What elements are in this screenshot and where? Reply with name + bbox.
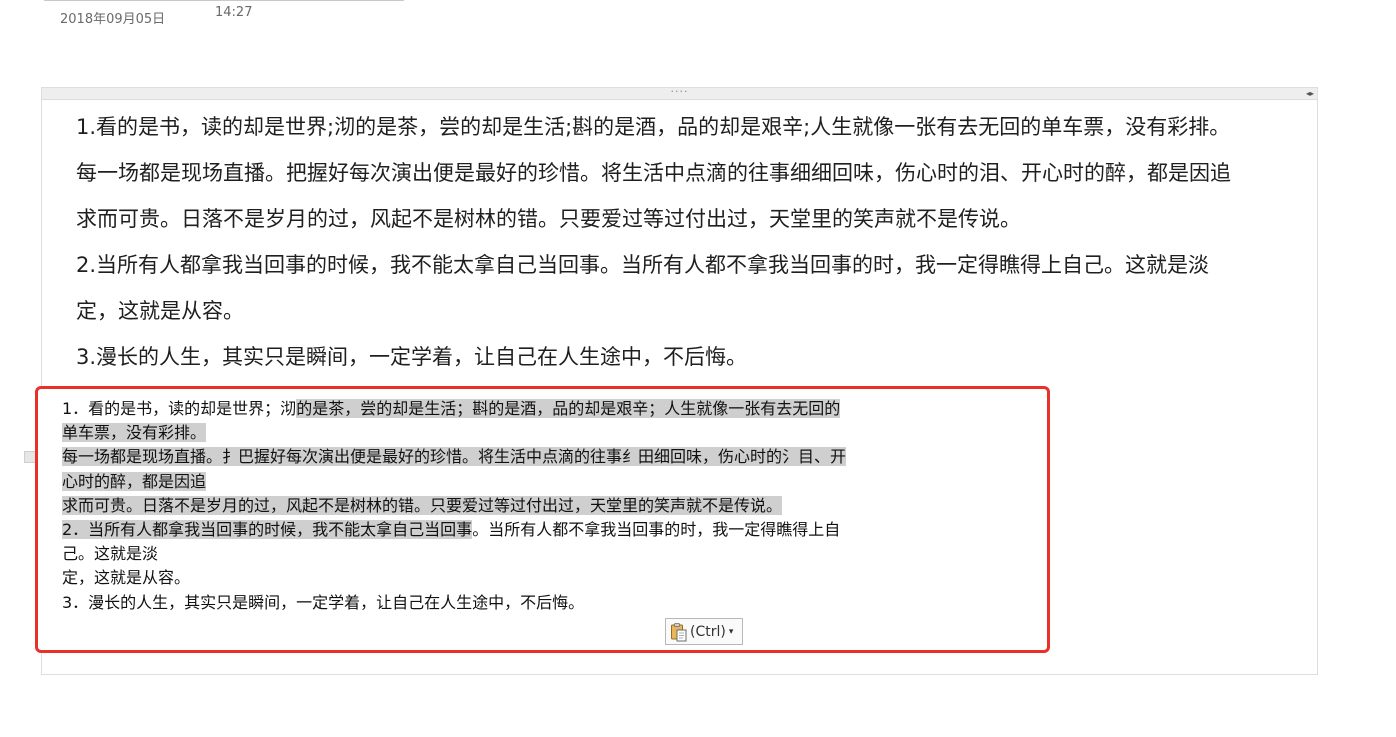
body-line: 3.漫长的人生，其实只是瞬间，一定学着，让自己在人生途中，不后悔。 — [76, 345, 748, 369]
pasted-text-highlight: 1．看的是书，读的却是世界；沏的是茶，尝的却是生活；斟的是酒，品的却是艰辛；人生… — [35, 386, 1050, 653]
body-line: 每一场都是现场直播。把握好每次演出便是最好的珍惜。将生活中点滴的往事细细回味，伤… — [76, 161, 1231, 185]
note-time: 14:27 — [215, 5, 253, 20]
body-line: 求而可贵。日落不是岁月的过，风起不是树林的错。只要爱过等过付出过，天堂里的笑声就… — [76, 207, 1021, 231]
paste-options-button[interactable]: (Ctrl) ▾ — [665, 618, 743, 645]
pasted-line: 求而可贵。日落不是岁月的过，风起不是树林的错。只要爱过等过付出过，天堂里的笑声就… — [62, 494, 846, 518]
pasted-line: 定，这就是从容。 — [62, 568, 191, 588]
clipboard-icon — [670, 622, 688, 642]
pasted-text-block[interactable]: 1．看的是书，读的却是世界；沏的是茶，尝的却是生活；斟的是酒，品的却是艰辛；人生… — [62, 397, 847, 615]
drag-handle[interactable]: ···· — [671, 86, 689, 97]
body-line: 1.看的是书，读的却是世界;沏的是茶，尝的却是生活;斟的是酒，品的却是艰辛;人生… — [76, 115, 1231, 139]
selected-text: 每一场都是现场直播。扌巴握好每次演出便是最好的珍惜。将生活中点滴的往事纟田细回味… — [62, 447, 847, 467]
paste-options-label: (Ctrl) — [690, 623, 726, 640]
selected-text: 单车票，没有彩排。 — [62, 423, 207, 443]
top-divider — [44, 0, 404, 1]
pasted-line: 单车票，没有彩排。 — [62, 421, 846, 445]
pasted-line: 3．漫长的人生，其实只是瞬间，一定学着，让自己在人生途中，不后悔。 — [62, 592, 585, 612]
selected-text: 求而可贵。日落不是岁月的过，风起不是树林的错。只要爱过等过付出过，天堂里的笑声就… — [62, 495, 783, 515]
resize-arrows-icon[interactable]: ◂▸ — [1306, 88, 1314, 99]
pasted-line: 2．当所有人都拿我当回事的时候，我不能太拿自己当回事。当所有人都不拿我当回事的时… — [62, 519, 841, 539]
selected-text: 心时的醉，都是因追 — [62, 471, 207, 491]
chevron-down-icon: ▾ — [728, 626, 734, 637]
body-line: 2.当所有人都拿我当回事的时候，我不能太拿自己当回事。当所有人都不拿我当回事的时… — [76, 253, 1210, 277]
pasted-line: 每一场都是现场直播。扌巴握好每次演出便是最好的珍惜。将生活中点滴的往事纟田细回味… — [62, 445, 847, 469]
selected-text: 2．当所有人都拿我当回事的时候，我不能太拿自己当回事 — [62, 519, 473, 539]
container-header[interactable]: ···· ◂▸ — [42, 86, 1317, 100]
note-date: 2018年09月05日 — [60, 12, 166, 27]
selected-text: 的是茶，尝的却是生活；斟的是酒，品的却是艰辛；人生就像一张有去无回的 — [296, 399, 841, 418]
body-line: 定，这就是从容。 — [76, 299, 244, 323]
pasted-line: 己。这就是淡 — [62, 544, 159, 564]
pasted-line: 1．看的是书，读的却是世界；沏的是茶，尝的却是生活；斟的是酒，品的却是艰辛；人生… — [62, 399, 841, 418]
pasted-line: 心时的醉，都是因追 — [62, 470, 846, 494]
